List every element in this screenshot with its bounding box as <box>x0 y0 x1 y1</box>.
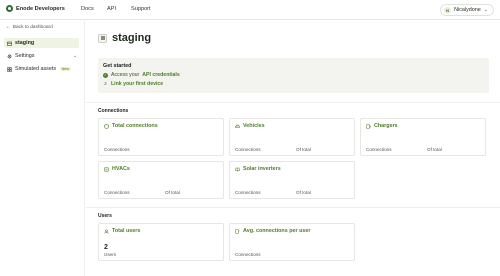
card-title: Solar inverters <box>243 166 281 172</box>
nav-docs-link[interactable]: Docs <box>81 6 94 12</box>
brand[interactable]: Enode Developers <box>6 5 65 12</box>
card-footer-share: Of total <box>296 190 311 195</box>
get-started-panel: Get started ✓ Access your API credential… <box>98 58 489 93</box>
brand-name: Enode Developers <box>16 5 65 12</box>
top-bar: Enode Developers Docs API Support N Nica… <box>0 0 500 20</box>
step-2-number: 2 <box>104 81 107 87</box>
sidebar: ← Back to dashboard staging Settings ⌄ S… <box>0 21 85 276</box>
card-footer-share: Of total <box>165 190 180 195</box>
sidebar-item-label: Simulated assets <box>15 66 57 72</box>
total-connections-card[interactable]: Total connections Connections <box>98 118 224 156</box>
get-started-step-2: 2 Link your first device <box>103 81 484 87</box>
back-to-dashboard-link[interactable]: ← Back to dashboard <box>6 25 53 30</box>
users-section-label: Users <box>98 213 112 219</box>
step-1-text: Access your <box>111 72 140 78</box>
avg-connections-per-user-card[interactable]: Avg. connections per user Connections <box>229 223 355 261</box>
total-users-card[interactable]: Total users 2 Users <box>98 223 224 261</box>
vehicles-card[interactable]: Vehicles Connections Of total <box>229 118 355 156</box>
hvacs-card[interactable]: HVACs Connections Of total <box>98 161 224 199</box>
card-footer-share: Of total <box>427 147 442 152</box>
divider <box>86 207 500 208</box>
charger-icon <box>366 123 371 129</box>
chevron-down-icon: ⌄ <box>483 7 488 13</box>
card-title: Chargers <box>374 123 398 129</box>
card-title: Total connections <box>112 123 158 129</box>
back-label: Back to dashboard <box>12 25 53 30</box>
sidebar-item-label: staging <box>15 40 35 46</box>
user-name: Nicalydone <box>454 7 481 13</box>
divider <box>86 102 500 103</box>
connections-section-label: Connections <box>98 108 129 114</box>
sidebar-item-settings[interactable]: Settings ⌄ <box>4 51 79 61</box>
environment-icon <box>98 33 107 43</box>
sidebar-item-simulated-assets[interactable]: Simulated assets New <box>4 64 79 74</box>
shield-icon <box>104 123 109 129</box>
users-icon <box>104 228 109 234</box>
sidebar-item-staging[interactable]: staging <box>4 38 79 48</box>
page-title: staging <box>112 32 152 44</box>
link-first-device-link[interactable]: Link your first device <box>111 81 163 87</box>
card-footer-label: Users <box>104 252 116 257</box>
box-icon <box>7 41 12 46</box>
card-footer-label: Connections <box>104 147 130 152</box>
arrow-left-icon: ← <box>6 25 11 30</box>
grid-icon <box>7 66 12 72</box>
check-icon: ✓ <box>103 72 108 78</box>
card-footer-share: Of total <box>296 147 311 152</box>
card-footer-label: Connections <box>104 190 130 195</box>
user-menu-button[interactable]: N Nicalydone ⌄ <box>440 4 494 16</box>
card-title: Vehicles <box>243 123 265 129</box>
solar-panel-icon <box>235 167 240 171</box>
card-title: HVACs <box>112 166 130 172</box>
nav-support-link[interactable]: Support <box>131 6 151 12</box>
total-users-value: 2 <box>104 244 108 251</box>
chargers-card[interactable]: Chargers Connections Of total <box>360 118 486 156</box>
get-started-step-1: ✓ Access your API credentials <box>103 72 484 78</box>
enode-logo-icon <box>6 5 13 12</box>
chevron-down-icon: ⌄ <box>72 53 77 59</box>
page-header: staging <box>98 32 151 44</box>
gear-icon <box>7 54 12 58</box>
card-footer-label: Connections <box>235 252 261 257</box>
sidebar-item-label: Settings <box>15 53 35 59</box>
car-icon <box>235 124 240 128</box>
avatar: N <box>444 6 452 14</box>
card-title: Total users <box>112 228 141 234</box>
card-title: Avg. connections per user <box>243 228 311 234</box>
nav-api-link[interactable]: API <box>107 6 116 12</box>
get-started-title: Get started <box>103 63 132 69</box>
new-badge: New <box>60 67 71 71</box>
card-footer-label: Connections <box>366 147 392 152</box>
device-icon <box>235 228 240 234</box>
card-footer-label: Connections <box>235 147 261 152</box>
card-footer-label: Connections <box>235 190 261 195</box>
solar-inverters-card[interactable]: Solar inverters Connections Of total <box>229 161 355 199</box>
hvac-icon <box>104 166 109 172</box>
api-credentials-link[interactable]: API credentials <box>142 72 179 78</box>
